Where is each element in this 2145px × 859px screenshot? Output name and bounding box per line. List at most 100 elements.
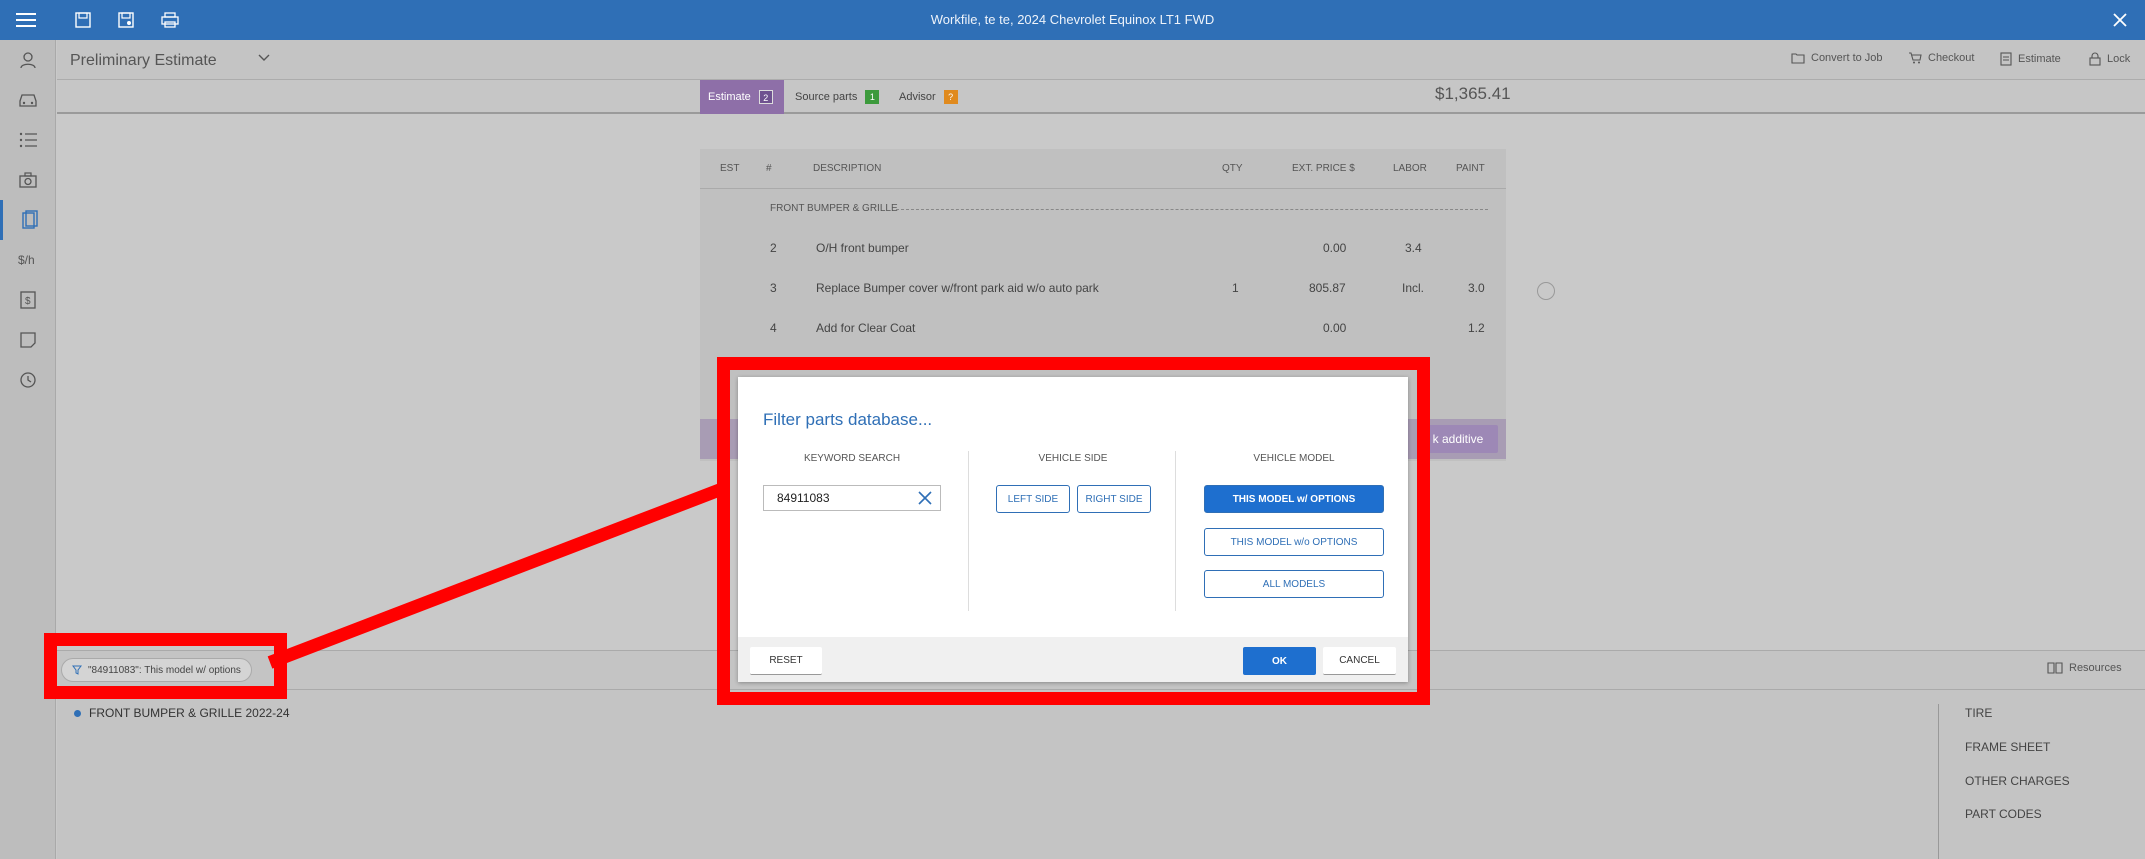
ok-button[interactable]: OK	[1243, 647, 1316, 675]
vehicle-nav[interactable]	[0, 80, 56, 120]
chevron-down-icon[interactable]	[257, 50, 271, 69]
book-icon	[2047, 662, 2063, 674]
lock-button[interactable]: Lock	[2089, 52, 2130, 66]
col-labor: LABOR	[1393, 163, 1427, 174]
resource-link-other-charges[interactable]: OTHER CHARGES	[1965, 774, 2070, 788]
estimate-header: Preliminary Estimate Convert to Job Chec…	[57, 40, 2145, 80]
tab-advisor-label: Advisor	[899, 91, 936, 103]
row-paint: 3.0	[1468, 281, 1485, 295]
row-price: 805.87	[1309, 281, 1346, 295]
right-side-button[interactable]: RIGHT SIDE	[1077, 485, 1151, 513]
row-description: Add for Clear Coat	[816, 321, 916, 335]
list-item[interactable]: FRONT BUMPER & GRILLE 2022-24	[74, 706, 290, 720]
this-model-with-options-button[interactable]: THIS MODEL w/ OPTIONS	[1204, 485, 1384, 513]
section-divider	[896, 209, 1488, 210]
resources-button[interactable]: Resources	[2047, 662, 2122, 674]
row-number: 4	[770, 321, 777, 335]
panel-divider	[1938, 704, 1939, 859]
folder-icon	[1791, 53, 1805, 64]
keyword-search-label: KEYWORD SEARCH	[803, 453, 901, 464]
table-row[interactable]: 3 Replace Bumper cover w/front park aid …	[700, 269, 1506, 309]
dollar-per-hour-icon: $/h	[18, 253, 35, 267]
col-ext-price: EXT. PRICE $	[1292, 163, 1355, 174]
page-title: Preliminary Estimate	[70, 52, 217, 69]
customer-nav[interactable]	[0, 40, 56, 80]
row-paint: 1.2	[1468, 321, 1485, 335]
cancel-button[interactable]: CANCEL	[1323, 647, 1396, 675]
svg-text:$: $	[25, 296, 31, 307]
col-est: EST	[720, 163, 740, 174]
estimate-total: $1,365.41	[1435, 84, 1511, 103]
history-clock-icon	[20, 372, 36, 388]
parts-panel	[57, 690, 2145, 859]
estimate-nav[interactable]	[0, 200, 56, 240]
bullet-icon	[74, 709, 81, 717]
checkout-button[interactable]: Checkout	[1908, 52, 1974, 64]
keyword-search-input[interactable]	[763, 485, 941, 511]
table-row[interactable]: 2 O/H front bumper 0.00 3.4	[700, 229, 1506, 269]
column-divider	[1175, 451, 1176, 611]
list-icon	[19, 132, 37, 148]
invoice-dollar-icon: $	[20, 291, 36, 309]
resource-link-part-codes[interactable]: PART CODES	[1965, 807, 2042, 821]
tab-advisor-badge: ?	[943, 90, 958, 104]
row-labor: 3.4	[1405, 241, 1422, 255]
additive-button[interactable]: k additive	[1418, 425, 1498, 453]
info-icon[interactable]	[1537, 282, 1555, 300]
rates-nav[interactable]: $/h	[0, 240, 56, 280]
col-qty: QTY	[1222, 163, 1243, 174]
this-model-without-options-button[interactable]: THIS MODEL w/o OPTIONS	[1204, 528, 1384, 556]
photos-nav[interactable]	[0, 160, 56, 200]
dialog-title: Filter parts database...	[763, 410, 933, 429]
vehicle-model-label: VEHICLE MODEL	[1253, 453, 1335, 464]
list-nav[interactable]	[0, 120, 56, 160]
convert-to-job-button[interactable]: Convert to Job	[1791, 52, 1883, 64]
estimate-document-icon	[21, 210, 38, 229]
column-divider	[968, 451, 969, 611]
row-description: Replace Bumper cover w/front park aid w/…	[816, 281, 1099, 295]
note-icon	[20, 332, 36, 348]
row-description: O/H front bumper	[816, 241, 909, 255]
tab-estimate-badge: 2	[758, 90, 773, 104]
row-price: 0.00	[1323, 241, 1347, 255]
filter-parts-dialog: Filter parts database... KEYWORD SEARCH …	[738, 377, 1408, 682]
checkout-label: Checkout	[1928, 52, 1975, 64]
notes-nav[interactable]	[0, 320, 56, 360]
close-icon[interactable]	[2108, 8, 2132, 32]
camera-icon	[19, 172, 37, 188]
history-nav[interactable]	[0, 360, 56, 400]
window-title: Workfile, te te, 2024 Chevrolet Equinox …	[930, 12, 1215, 27]
convert-to-job-label: Convert to Job	[1811, 52, 1883, 64]
col-number: #	[766, 163, 772, 174]
all-models-button[interactable]: ALL MODELS	[1204, 570, 1384, 598]
left-side-button[interactable]: LEFT SIDE	[996, 485, 1070, 513]
row-number: 3	[770, 281, 777, 295]
table-header: EST # DESCRIPTION QTY EXT. PRICE $ LABOR…	[700, 149, 1506, 189]
tab-estimate-label: Estimate	[708, 91, 751, 103]
row-number: 2	[770, 241, 777, 255]
estimate-button[interactable]: Estimate	[2000, 52, 2061, 66]
vehicle-side-label: VEHICLE SIDE	[1038, 453, 1108, 464]
lock-icon	[2089, 52, 2101, 66]
document-icon	[2000, 52, 2012, 66]
lock-label: Lock	[2107, 53, 2131, 65]
svg-text:$/h: $/h	[18, 253, 35, 267]
tab-source-parts-label: Source parts	[795, 91, 858, 103]
title-bar: Workfile, te te, 2024 Chevrolet Equinox …	[0, 0, 2145, 40]
reset-button[interactable]: RESET	[750, 647, 822, 675]
resources-label: Resources	[2069, 662, 2122, 674]
tab-advisor[interactable]: Advisor ?	[891, 80, 966, 114]
resource-link-tire[interactable]: TIRE	[1965, 706, 1992, 720]
payments-nav[interactable]: $	[0, 280, 56, 320]
dialog-footer: RESET OK CANCEL	[738, 637, 1408, 682]
tree-item-label: FRONT BUMPER & GRILLE 2022-24	[89, 706, 290, 720]
clear-icon[interactable]	[916, 489, 934, 507]
resource-link-frame-sheet[interactable]: FRAME SHEET	[1965, 740, 2050, 754]
car-icon	[19, 94, 37, 107]
col-description: DESCRIPTION	[813, 163, 882, 174]
tab-source-parts[interactable]: Source parts 1	[787, 80, 887, 114]
estimate-tabs: Estimate 2 Source parts 1 Advisor ? $1,3…	[57, 80, 2145, 114]
table-row[interactable]: 4 Add for Clear Coat 0.00 1.2	[700, 309, 1506, 349]
person-icon	[20, 52, 36, 69]
tab-estimate[interactable]: Estimate 2	[700, 80, 784, 114]
